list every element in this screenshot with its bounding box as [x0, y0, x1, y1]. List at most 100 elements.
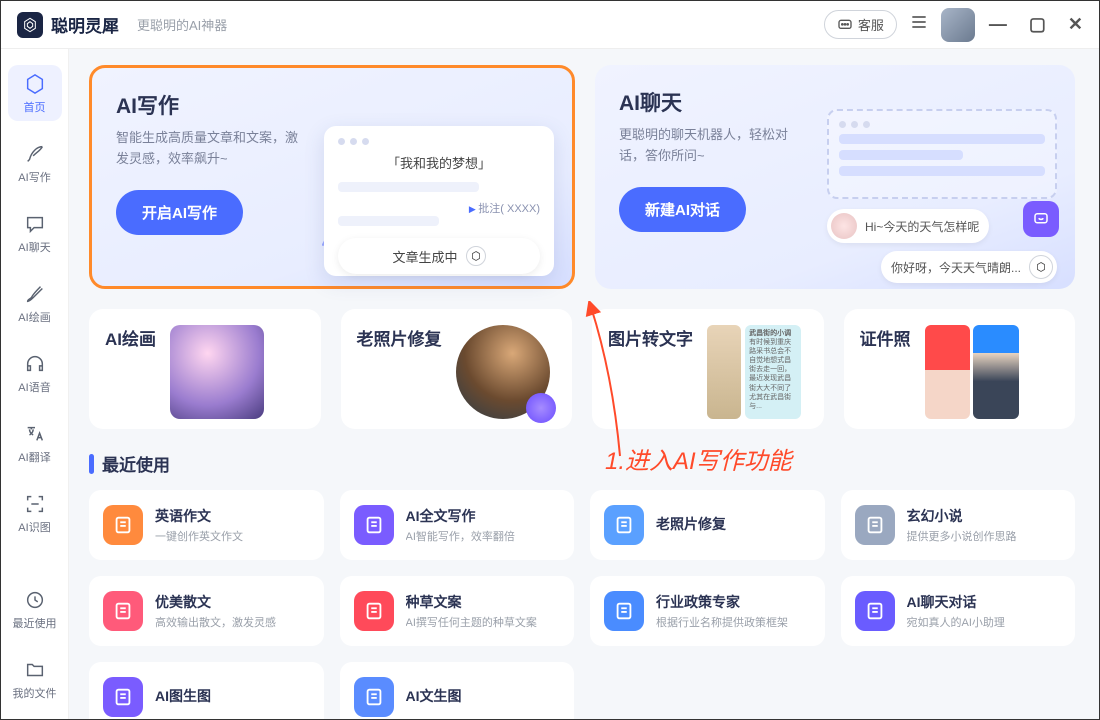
recent-item-icon: [354, 677, 394, 717]
sidebar-item-write[interactable]: AI写作: [8, 135, 62, 191]
recent-item[interactable]: 玄幻小说 提供更多小说创作思路: [841, 490, 1076, 560]
feature-title: 证件照: [860, 325, 911, 350]
recent-item[interactable]: 老照片修复: [590, 490, 825, 560]
sidebar-item-voice[interactable]: AI语音: [8, 345, 62, 401]
recent-item-sub: AI智能写作，效率翻倍: [406, 528, 515, 544]
feature-title: 图片转文字: [608, 325, 693, 350]
recent-item-name: 行业政策专家: [656, 592, 788, 612]
recent-item-icon: [354, 591, 394, 631]
recent-item-sub: 根据行业名称提供政策框架: [656, 614, 788, 630]
headphone-icon: [22, 351, 48, 377]
chat-icon: [22, 211, 48, 237]
sidebar-item-paint[interactable]: AI绘画: [8, 275, 62, 331]
recent-item[interactable]: 种草文案 AI撰写任何主题的种草文案: [340, 576, 575, 646]
feature-ai-paint[interactable]: AI绘画: [89, 309, 321, 429]
recent-item[interactable]: 优美散文 高效输出散文，激发灵感: [89, 576, 324, 646]
section-accent-bar: [89, 454, 94, 474]
write-preview: 「我和我的梦想」 批注( XXXX) 文章生成中: [324, 126, 554, 276]
recent-item[interactable]: AI图生图: [89, 662, 324, 719]
sidebar-item-label: AI写作: [18, 169, 50, 185]
ocr-thumb: 武昌街的小调有时候到重庆路采书总会不自觉地想式昌街去走一回，最近发现武昌街大大不…: [707, 325, 801, 419]
sidebar-item-home[interactable]: 首页: [8, 65, 62, 121]
menu-button[interactable]: [909, 12, 929, 37]
chat-preview: Hi~今天的天气怎样呢 你好呀，今天天气晴朗...: [827, 109, 1057, 283]
recent-item-icon: [855, 591, 895, 631]
feature-title: 老照片修复: [357, 325, 442, 350]
sidebar-item-recent[interactable]: 最近使用: [8, 581, 62, 637]
recent-item-sub: AI撰写任何主题的种草文案: [406, 614, 537, 630]
recent-item-name: 优美散文: [155, 592, 276, 612]
recent-item[interactable]: AI聊天对话 宛如真人的AI小助理: [841, 576, 1076, 646]
recent-item-icon: [103, 591, 143, 631]
sidebar-item-chat[interactable]: AI聊天: [8, 205, 62, 261]
recent-item[interactable]: AI全文写作 AI智能写作，效率翻倍: [340, 490, 575, 560]
minimize-button[interactable]: —: [989, 14, 1007, 35]
recent-item-sub: 宛如真人的AI小助理: [907, 614, 1005, 630]
sidebar-item-label: 我的文件: [13, 685, 57, 701]
recent-item[interactable]: 行业政策专家 根据行业名称提供政策框架: [590, 576, 825, 646]
sidebar-item-label: 首页: [24, 99, 46, 115]
recent-item[interactable]: AI文生图: [340, 662, 575, 719]
user-avatar[interactable]: [941, 8, 975, 42]
recent-item-icon: [354, 505, 394, 545]
sidebar-item-label: AI翻译: [18, 449, 50, 465]
start-ai-write-button[interactable]: 开启AI写作: [116, 190, 243, 235]
customer-service-button[interactable]: 客服: [824, 10, 897, 39]
recent-item-icon: [103, 677, 143, 717]
sidebar-item-label: AI绘画: [18, 309, 50, 325]
sidebar-item-ocr[interactable]: AI识图: [8, 485, 62, 541]
sidebar-item-files[interactable]: 我的文件: [8, 651, 62, 707]
recent-section-title: 最近使用: [102, 451, 170, 476]
clock-icon: [22, 587, 48, 613]
recent-item-name: AI聊天对话: [907, 592, 1005, 612]
sidebar-item-label: AI识图: [18, 519, 50, 535]
recent-item-name: 玄幻小说: [907, 506, 1017, 526]
preview-generating-label: 文章生成中: [392, 247, 457, 266]
feature-title: AI绘画: [105, 325, 156, 350]
recent-item-icon: [604, 591, 644, 631]
home-icon: [22, 71, 48, 97]
id-photo-thumb: [925, 325, 1019, 419]
recent-item-name: AI图生图: [155, 686, 211, 706]
preview-note: 批注( XXXX): [338, 200, 540, 216]
recent-item-name: 老照片修复: [656, 514, 726, 534]
brush-icon: [22, 281, 48, 307]
hero-card-chat[interactable]: AI聊天 更聪明的聊天机器人，轻松对话，答你所问~ 新建AI对话 Hi~今天的天…: [595, 65, 1075, 289]
feature-photo-restore[interactable]: 老照片修复: [341, 309, 573, 429]
recent-item-icon: [604, 505, 644, 545]
chat-ai-bubble: 你好呀，今天天气晴朗...: [891, 259, 1021, 276]
recent-item-name: 英语作文: [155, 506, 243, 526]
close-button[interactable]: ✕: [1068, 14, 1083, 35]
sidebar-item-label: AI聊天: [18, 239, 50, 255]
wand-icon: [526, 393, 556, 423]
sidebar-item-label: AI语音: [18, 379, 50, 395]
recent-item-name: AI文生图: [406, 686, 462, 706]
recent-item-sub: 一键创作英文作文: [155, 528, 243, 544]
recent-item-icon: [855, 505, 895, 545]
hero-chat-desc: 更聪明的聊天机器人，轻松对话，答你所问~: [619, 125, 809, 167]
chat-user-bubble: Hi~今天的天气怎样呢: [865, 218, 979, 235]
logo-icon: [466, 246, 486, 266]
restore-thumb: [456, 325, 550, 419]
new-ai-chat-button[interactable]: 新建AI对话: [619, 187, 746, 232]
app-logo-icon: [17, 12, 43, 38]
recent-grid: 英语作文 一键创作英文作文 AI全文写作 AI智能写作，效率翻倍 老照片修复 玄…: [89, 490, 1075, 719]
feature-img-to-text[interactable]: 图片转文字 武昌街的小调有时候到重庆路采书总会不自觉地想式昌街去走一回，最近发现…: [592, 309, 824, 429]
hero-card-write[interactable]: AI写作 智能生成高质量文章和文案，激发灵感，效率飙升~ 开启AI写作 AI 「…: [89, 65, 575, 289]
app-name: 聪明灵犀: [51, 12, 119, 37]
recent-item-icon: [103, 505, 143, 545]
hero-write-title: AI写作: [116, 90, 548, 120]
sidebar: 首页 AI写作 AI聊天 AI绘画 AI语音 AI翻译 AI识图 最: [1, 49, 69, 719]
content-area: AI写作 智能生成高质量文章和文案，激发灵感，效率飙升~ 开启AI写作 AI 「…: [69, 49, 1099, 719]
recent-item[interactable]: 英语作文 一键创作英文作文: [89, 490, 324, 560]
titlebar: 聪明灵犀 更聪明的AI神器 客服 — ▢ ✕: [1, 1, 1099, 49]
sidebar-item-translate[interactable]: AI翻译: [8, 415, 62, 471]
folder-icon: [22, 657, 48, 683]
feather-icon: [22, 141, 48, 167]
paint-thumb: [170, 325, 264, 419]
hero-write-desc: 智能生成高质量文章和文案，激发灵感，效率飙升~: [116, 128, 306, 170]
logo-icon: [1029, 255, 1053, 279]
chat-smile-icon: [1023, 201, 1059, 237]
maximize-button[interactable]: ▢: [1029, 14, 1046, 35]
feature-id-photo[interactable]: 证件照: [844, 309, 1076, 429]
